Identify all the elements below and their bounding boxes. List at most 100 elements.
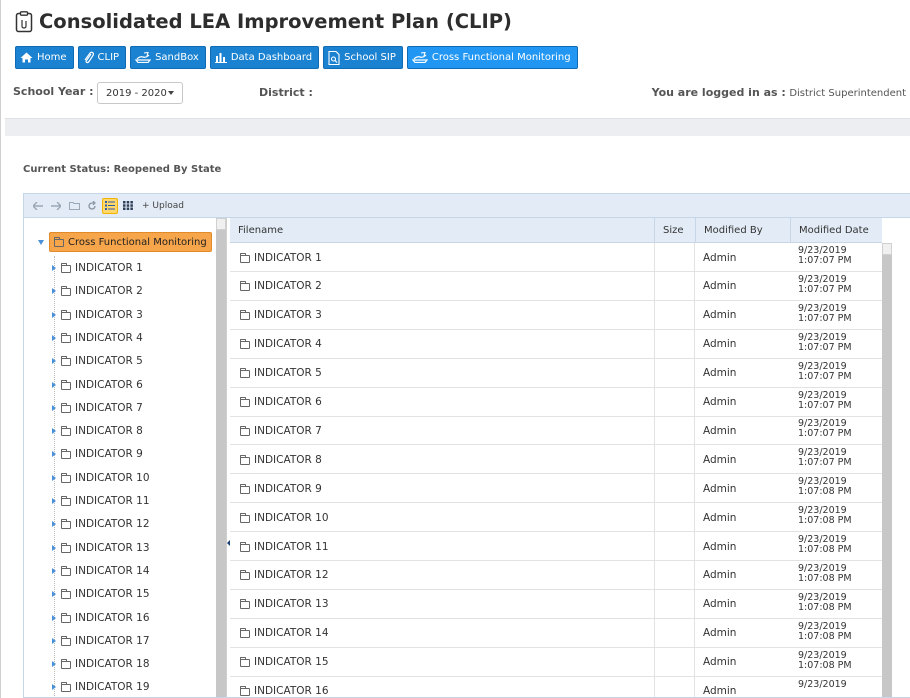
tree-root-label[interactable]: Cross Functional Monitoring bbox=[49, 232, 212, 252]
tree-item[interactable]: INDICATOR 3 bbox=[52, 305, 143, 325]
nav-button-data-dashboard[interactable]: Data Dashboard bbox=[209, 46, 320, 69]
table-row[interactable]: INDICATOR 7 Admin 9/23/2019 1:07:07 PM bbox=[230, 416, 882, 446]
forward-icon[interactable] bbox=[48, 198, 64, 214]
expand-right-icon[interactable] bbox=[52, 358, 56, 365]
tree-item[interactable]: INDICATOR 13 bbox=[52, 538, 150, 558]
logged-in-info: You are logged in as : District Superint… bbox=[652, 86, 906, 99]
table-row[interactable]: INDICATOR 10 Admin 9/23/2019 1:07:08 PM bbox=[230, 503, 882, 533]
expand-right-icon[interactable] bbox=[52, 288, 56, 295]
table-row[interactable]: INDICATOR 2 Admin 9/23/2019 1:07:07 PM bbox=[230, 271, 882, 301]
size-cell bbox=[654, 532, 695, 561]
table-row[interactable]: INDICATOR 13 Admin 9/23/2019 1:07:08 PM bbox=[230, 589, 882, 619]
folder-icon bbox=[61, 402, 71, 413]
column-header-size[interactable]: Size bbox=[654, 218, 695, 243]
nav-button-school-sip[interactable]: School SIP bbox=[323, 46, 403, 69]
upload-button[interactable]: + Upload bbox=[142, 201, 184, 211]
expand-right-icon[interactable] bbox=[52, 684, 56, 691]
expand-right-icon[interactable] bbox=[52, 311, 56, 318]
modified-by-cell: Admin bbox=[703, 309, 737, 322]
tree-item[interactable]: INDICATOR 10 bbox=[52, 468, 150, 488]
expand-right-icon[interactable] bbox=[52, 637, 56, 644]
nav-button-sandbox[interactable]: SandBox bbox=[130, 46, 206, 69]
tree-item[interactable]: INDICATOR 4 bbox=[52, 328, 143, 348]
school-year-select[interactable]: 2019 - 2020 bbox=[97, 82, 183, 104]
expand-right-icon[interactable] bbox=[52, 544, 56, 551]
tree-scrollbar[interactable] bbox=[216, 218, 226, 697]
tree-item[interactable]: INDICATOR 18 bbox=[52, 654, 150, 674]
folder-icon bbox=[61, 356, 71, 367]
expand-right-icon[interactable] bbox=[52, 614, 56, 621]
expand-right-icon[interactable] bbox=[52, 567, 56, 574]
expand-right-icon[interactable] bbox=[52, 591, 56, 598]
expand-right-icon[interactable] bbox=[52, 474, 56, 481]
table-row[interactable]: INDICATOR 3 Admin 9/23/2019 1:07:07 PM bbox=[230, 300, 882, 330]
tree-item[interactable]: INDICATOR 15 bbox=[52, 584, 150, 604]
tree-item[interactable]: INDICATOR 6 bbox=[52, 375, 143, 395]
tree-root[interactable]: Cross Functional Monitoring bbox=[38, 232, 212, 252]
back-icon[interactable] bbox=[30, 198, 46, 214]
modified-by-cell: Admin bbox=[703, 569, 737, 582]
column-header-filename[interactable]: Filename bbox=[230, 218, 654, 243]
table-row[interactable]: INDICATOR 9 Admin 9/23/2019 1:07:08 PM bbox=[230, 474, 882, 504]
column-header-modified-date[interactable]: Modified Date bbox=[790, 218, 882, 243]
grid-view-icon[interactable] bbox=[120, 198, 136, 214]
tree-item[interactable]: INDICATOR 9 bbox=[52, 444, 143, 464]
table-row[interactable]: INDICATOR 16 Admin 9/23/2019 bbox=[230, 676, 882, 697]
scroll-up-button[interactable] bbox=[216, 218, 226, 230]
nav-button-cross-functional-monitoring[interactable]: Cross Functional Monitoring bbox=[406, 46, 578, 69]
table-row[interactable]: INDICATOR 1 Admin 9/23/2019 1:07:07 PM bbox=[230, 243, 882, 272]
expand-right-icon[interactable] bbox=[52, 381, 56, 388]
folder-icon bbox=[61, 612, 71, 623]
nav-button-home[interactable]: Home bbox=[15, 46, 74, 69]
expand-right-icon[interactable] bbox=[52, 498, 56, 504]
table-row[interactable]: INDICATOR 4 Admin 9/23/2019 1:07:07 PM bbox=[230, 329, 882, 359]
size-cell bbox=[654, 243, 695, 272]
tree-item[interactable]: INDICATOR 12 bbox=[52, 514, 150, 534]
sandbox-icon bbox=[135, 52, 155, 63]
filename-text: INDICATOR 8 bbox=[254, 453, 322, 466]
expand-right-icon[interactable] bbox=[52, 451, 56, 458]
nav-button-clip[interactable]: CLIP bbox=[77, 46, 127, 69]
table-row[interactable]: INDICATOR 11 Admin 9/23/2019 1:07:08 PM bbox=[230, 532, 882, 561]
tree-item[interactable]: INDICATOR 5 bbox=[52, 351, 143, 371]
column-header-modified-by[interactable]: Modified By bbox=[695, 218, 790, 243]
filename-cell: INDICATOR 7 bbox=[240, 416, 654, 445]
tree-item[interactable]: INDICATOR 19 bbox=[52, 677, 150, 697]
tree-item-label: INDICATOR 7 bbox=[75, 401, 143, 414]
expand-right-icon[interactable] bbox=[52, 404, 56, 411]
tree-item[interactable]: INDICATOR 2 bbox=[52, 281, 143, 301]
tree-item[interactable]: INDICATOR 7 bbox=[52, 398, 143, 418]
tree-item[interactable]: INDICATOR 8 bbox=[52, 421, 143, 441]
filename-text: INDICATOR 11 bbox=[254, 540, 329, 553]
tree-item[interactable]: INDICATOR 1 bbox=[52, 258, 143, 278]
table-row[interactable]: INDICATOR 12 Admin 9/23/2019 1:07:08 PM bbox=[230, 560, 882, 590]
tree-item[interactable]: INDICATOR 17 bbox=[52, 631, 150, 651]
size-cell bbox=[654, 271, 695, 301]
scroll-up-button[interactable] bbox=[882, 243, 892, 255]
refresh-icon[interactable] bbox=[84, 198, 100, 214]
expand-down-icon[interactable] bbox=[38, 239, 44, 245]
expand-right-icon[interactable] bbox=[52, 661, 56, 668]
modified-by-cell: Admin bbox=[703, 598, 737, 611]
size-cell bbox=[654, 416, 695, 446]
expand-right-icon[interactable] bbox=[52, 334, 56, 341]
table-row[interactable]: INDICATOR 15 Admin 9/23/2019 1:07:08 PM bbox=[230, 647, 882, 677]
table-row[interactable]: INDICATOR 6 Admin 9/23/2019 1:07:07 PM bbox=[230, 387, 882, 417]
expand-right-icon[interactable] bbox=[52, 521, 56, 528]
tree-item[interactable]: INDICATOR 11 bbox=[52, 491, 150, 511]
tree-item[interactable]: INDICATOR 16 bbox=[52, 608, 150, 628]
expand-right-icon[interactable] bbox=[52, 428, 56, 435]
table-row[interactable]: INDICATOR 14 Admin 9/23/2019 1:07:08 PM bbox=[230, 618, 882, 648]
table-row[interactable]: INDICATOR 5 Admin 9/23/2019 1:07:07 PM bbox=[230, 358, 882, 388]
filename-text: INDICATOR 10 bbox=[254, 511, 329, 524]
tree-item-label: INDICATOR 3 bbox=[75, 308, 143, 321]
folder-icon bbox=[61, 635, 71, 646]
grid-scrollbar[interactable] bbox=[882, 243, 892, 697]
filename-cell: INDICATOR 14 bbox=[240, 619, 654, 648]
new-folder-icon[interactable] bbox=[66, 198, 82, 214]
folder-icon bbox=[61, 496, 71, 506]
table-row[interactable]: INDICATOR 8 Admin 9/23/2019 1:07:07 PM bbox=[230, 445, 882, 475]
expand-right-icon[interactable] bbox=[52, 265, 56, 271]
tree-item[interactable]: INDICATOR 14 bbox=[52, 561, 150, 581]
list-view-icon[interactable] bbox=[102, 197, 118, 214]
